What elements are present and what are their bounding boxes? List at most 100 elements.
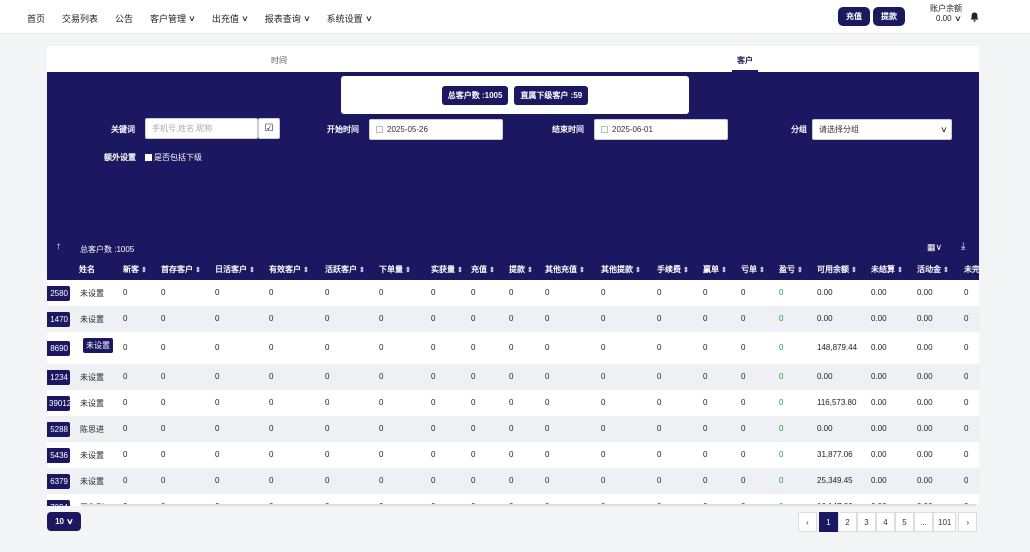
sort-icon[interactable]: ⇕	[943, 267, 949, 274]
column-header[interactable]: 姓名	[79, 264, 95, 275]
customer-id-badge[interactable]: 7094	[47, 500, 70, 506]
sort-icon[interactable]: ⇕	[683, 267, 689, 274]
table-row[interactable]: 6379 未设置 0 0 0 0 0 0 0 0 0 0 0 0 0 0 0 25,349.45 0.00 0.00 0	[47, 468, 979, 494]
customer-name[interactable]: 未设置	[83, 338, 113, 353]
column-header[interactable]: 其他充值 ⇕	[545, 264, 585, 275]
page-button[interactable]: 2	[838, 512, 857, 532]
column-header[interactable]: 提款 ⇕	[509, 264, 533, 275]
sort-icon[interactable]: ⇕	[141, 267, 147, 274]
nav-item[interactable]: 报表查询 ∨	[265, 12, 311, 25]
column-header[interactable]: 赢单 ⇕	[703, 264, 727, 275]
account-balance[interactable]: 账户余额 0.00 ∨	[930, 4, 962, 24]
table-cell: 0	[657, 314, 662, 323]
next-page-button[interactable]: ›	[958, 512, 978, 532]
nav-item[interactable]: 首页	[27, 12, 45, 25]
search-check-button[interactable]: ☑	[258, 118, 280, 139]
page-button[interactable]: 5	[895, 512, 914, 532]
sort-icon[interactable]: ⇕	[527, 267, 533, 274]
column-header[interactable]: 日活客户 ⇕	[215, 264, 255, 275]
column-header[interactable]: 下单量 ⇕	[379, 264, 411, 275]
bell-icon[interactable]	[970, 12, 979, 24]
table-row[interactable]: 1234 未设置 0 0 0 0 0 0 0 0 0 0 0 0 0 0 0 0.00 0.00 0.00 0	[47, 364, 979, 390]
end-date-input[interactable]: 2025-06-01	[594, 119, 728, 140]
customer-name[interactable]: 未设置	[80, 477, 104, 486]
customer-id-badge[interactable]: 2580	[47, 286, 70, 301]
customer-id-badge[interactable]: 1234	[47, 370, 70, 385]
nav-item[interactable]: 客户管理 ∨	[150, 12, 196, 25]
sort-icon[interactable]: ⇕	[303, 267, 309, 274]
nav-item-label: 首页	[27, 14, 46, 24]
columns-menu-icon[interactable]: ▦∨	[927, 242, 942, 253]
column-header[interactable]: 实获量 ⇕	[431, 264, 463, 275]
column-header[interactable]: 可用余额 ⇕	[817, 264, 857, 275]
column-header[interactable]: 盈亏 ⇕	[779, 264, 803, 275]
customer-name[interactable]: 陈思进	[80, 425, 104, 434]
table-row[interactable]: 5436 未设置 0 0 0 0 0 0 0 0 0 0 0 0 0 0 0 31,877.06 0.00 0.00 0	[47, 442, 979, 468]
column-header[interactable]: 充值 ⇕	[471, 264, 495, 275]
sort-icon[interactable]: ⇕	[489, 267, 495, 274]
column-header[interactable]: 有效客户 ⇕	[269, 264, 309, 275]
recharge-button[interactable]: 充值	[838, 7, 870, 26]
sort-icon[interactable]: ⇕	[457, 267, 463, 274]
table-row[interactable]: 39012 未设置 0 0 0 0 0 0 0 0 0 0 0 0 0 0 0 116,573.80 0.00 0.0…	[47, 390, 979, 416]
page-button[interactable]: 4	[876, 512, 895, 532]
column-header[interactable]: 未结算 ⇕	[871, 264, 903, 275]
customer-name[interactable]: 未设置	[80, 315, 104, 324]
page-button[interactable]: 3	[857, 512, 876, 532]
sort-icon[interactable]: ⇕	[851, 267, 857, 274]
customer-id-badge[interactable]: 5288	[47, 422, 70, 437]
table-row[interactable]: 2580 未设置 0 0 0 0 0 0 0 0 0 0 0 0 0 0 0 0.00 0.00 0.00 0	[47, 280, 979, 306]
sort-icon[interactable]: ⇕	[721, 267, 727, 274]
table-row[interactable]: 5288 陈思进 0 0 0 0 0 0 0 0 0 0 0 0 0 0 0 0.00 0.00 0.00 0	[47, 416, 979, 442]
start-date-input[interactable]: 2025-05-26	[369, 119, 503, 140]
column-header[interactable]: 活动金 ⇕	[917, 264, 949, 275]
page-button[interactable]: 1	[819, 512, 838, 532]
column-header[interactable]: 其他提款 ⇕	[601, 264, 641, 275]
sort-icon[interactable]: ⇕	[359, 267, 365, 274]
tab-time[interactable]: 时间	[271, 55, 287, 66]
withdraw-button[interactable]: 提款	[873, 7, 905, 26]
column-header[interactable]: 活跃客户 ⇕	[325, 264, 365, 275]
customer-id-badge[interactable]: 6379	[47, 474, 70, 489]
customer-name[interactable]: 未设置	[80, 289, 104, 298]
arrow-up-icon[interactable]: ↑	[56, 241, 61, 252]
column-header[interactable]: 手续费 ⇕	[657, 264, 689, 275]
export-icon[interactable]: ⤓	[961, 241, 965, 252]
nav-item[interactable]: 公告	[115, 12, 133, 25]
sort-icon[interactable]: ⇕	[759, 267, 765, 274]
table-row[interactable]: 1470 未设置 0 0 0 0 0 0 0 0 0 0 0 0 0 0 0 0.00 0.00 0.00 0	[47, 306, 979, 332]
sort-icon[interactable]: ⇕	[897, 267, 903, 274]
column-header[interactable]: 新客 ⇕	[123, 264, 147, 275]
sort-icon[interactable]: ⇕	[195, 267, 201, 274]
customer-id-badge[interactable]: 5436	[47, 448, 70, 463]
group-select[interactable]: 请选择分组 ∨	[812, 119, 952, 140]
nav-item[interactable]: 系统设置 ∨	[327, 12, 373, 25]
table-row[interactable]: 8690 未设置 0 0 0 0 0 0 0 0 0 0 0 0 0 0 0 148,879.44 0.00 0.00…	[47, 332, 979, 364]
customer-id-badge[interactable]: 1470	[47, 312, 70, 327]
page-button[interactable]: 101	[933, 512, 957, 532]
sort-icon[interactable]: ⇕	[249, 267, 255, 274]
sort-icon[interactable]: ⇕	[405, 267, 411, 274]
sort-icon[interactable]: ⇕	[635, 267, 641, 274]
column-header[interactable]: 亏单 ⇕	[741, 264, 765, 275]
page-size-select[interactable]: 10 ∨	[47, 512, 81, 531]
sort-icon[interactable]: ⇕	[797, 267, 803, 274]
tab-customer[interactable]: 客户	[737, 55, 753, 66]
column-header[interactable]: 首存客户 ⇕	[161, 264, 201, 275]
nav-item[interactable]: 出充值 ∨	[212, 12, 249, 25]
nav-item[interactable]: 交易列表	[62, 12, 98, 25]
customer-id-badge[interactable]: 8690	[47, 341, 70, 356]
horizontal-scrollbar[interactable]	[81, 504, 977, 506]
include-sub-checkbox[interactable]: 是否包括下级	[145, 152, 202, 163]
prev-page-button[interactable]: ‹	[798, 512, 817, 532]
customer-name[interactable]: 未设置	[80, 451, 104, 460]
nav-item-label: 公告	[115, 14, 134, 24]
customer-id-badge[interactable]: 39012	[47, 396, 71, 411]
column-header[interactable]: 未完	[964, 264, 979, 275]
sort-icon[interactable]: ⇕	[579, 267, 585, 274]
chevron-down-icon: ∨	[940, 125, 948, 134]
table-cell: 0	[545, 398, 550, 407]
customer-name[interactable]: 未设置	[80, 373, 104, 382]
keyword-input[interactable]: 手机号,姓名,昵称	[145, 118, 258, 139]
customer-name[interactable]: 未设置	[80, 399, 104, 408]
